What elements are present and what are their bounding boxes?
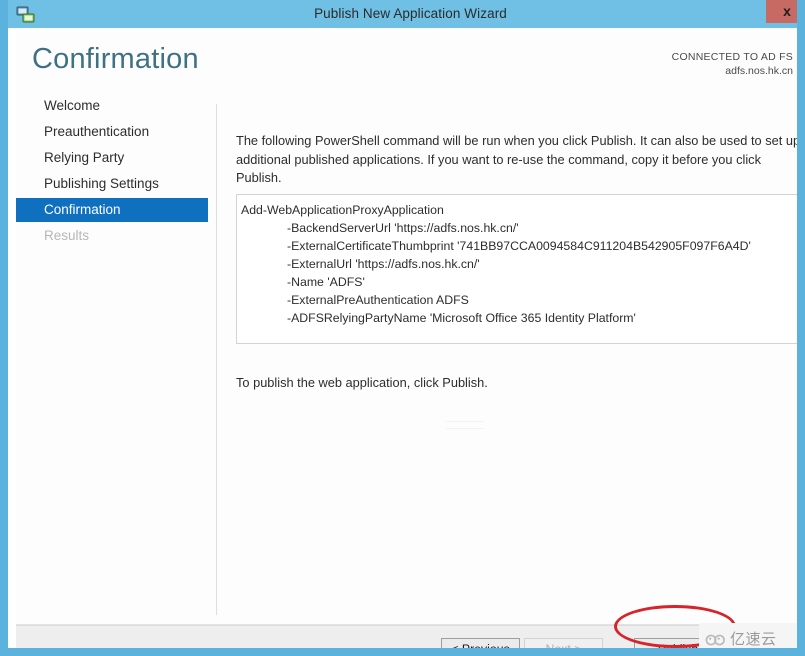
title-bar: Publish New Application Wizard x	[8, 0, 797, 28]
sidebar-item-label: Relying Party	[44, 150, 125, 165]
previous-button[interactable]: < Previous	[441, 638, 520, 656]
previous-button-accel: P	[461, 642, 471, 656]
sidebar-item-results: Results	[16, 224, 208, 248]
sidebar-item-publishing-settings[interactable]: Publishing Settings	[16, 172, 208, 196]
instruction-text: The following PowerShell command will be…	[236, 133, 801, 185]
page-title: Confirmation	[32, 43, 199, 75]
command-line: Add-WebApplicationProxyApplication	[241, 203, 444, 217]
sidebar-item-label: Welcome	[44, 98, 101, 113]
cloud-infinity-logo-icon	[705, 633, 726, 647]
sidebar-item-confirmation[interactable]: Confirmation	[16, 198, 208, 222]
wizard-page: Confirmation CONNECTED TO AD FS adfs.nos…	[16, 28, 801, 648]
next-button-rest: ext >	[554, 642, 582, 656]
watermark: 亿速云	[699, 623, 797, 648]
watermark-text: 亿速云	[730, 630, 777, 648]
command-line: -ExternalUrl 'https://adfs.nos.hk.cn/'	[287, 257, 480, 271]
sidebar-item-label: Confirmation	[44, 202, 121, 217]
sidebar-item-relying-party[interactable]: Relying Party	[16, 146, 208, 170]
sidebar-item-label: Preauthentication	[44, 124, 150, 139]
sidebar-item-label: Publishing Settings	[44, 176, 159, 191]
previous-button-prefix: <	[451, 642, 462, 656]
command-line: -ADFSRelyingPartyName 'Microsoft Office …	[287, 311, 636, 325]
wizard-steps-sidebar: Welcome Preauthentication Relying Party …	[16, 94, 208, 587]
page-header: Confirmation CONNECTED TO AD FS adfs.nos…	[16, 28, 797, 94]
wizard-window: Publish New Application Wizard x Confirm…	[0, 0, 805, 656]
sidebar-item-preauthentication[interactable]: Preauthentication	[16, 120, 208, 144]
next-button: Next >	[524, 638, 603, 656]
wizard-button-bar: < Previous Next > Publish Cancel	[16, 625, 797, 656]
command-line: -ExternalPreAuthentication ADFS	[287, 293, 469, 307]
sidebar-item-label: Results	[44, 228, 90, 243]
window-title: Publish New Application Wizard	[314, 6, 507, 21]
connection-status: CONNECTED TO AD FS adfs.nos.hk.cn	[672, 50, 793, 78]
command-line: -ExternalCertificateThumbprint '741BB97C…	[287, 239, 751, 253]
render-artifact	[446, 421, 484, 429]
powershell-command-box[interactable]: Add-WebApplicationProxyApplication -Back…	[236, 194, 797, 344]
connected-to-label: CONNECTED TO AD FS	[671, 51, 793, 63]
publish-hint-text: To publish the web application, click Pu…	[236, 375, 488, 390]
sidebar-item-welcome[interactable]: Welcome	[16, 94, 208, 118]
close-icon[interactable]: x	[766, 0, 797, 23]
connected-host-name: adfs.nos.hk.cn	[725, 65, 793, 77]
command-line: -Name 'ADFS'	[287, 275, 365, 289]
sidebar-divider	[216, 104, 217, 615]
previous-button-rest: revious	[470, 642, 510, 656]
command-line: -BackendServerUrl 'https://adfs.nos.hk.c…	[287, 221, 519, 235]
